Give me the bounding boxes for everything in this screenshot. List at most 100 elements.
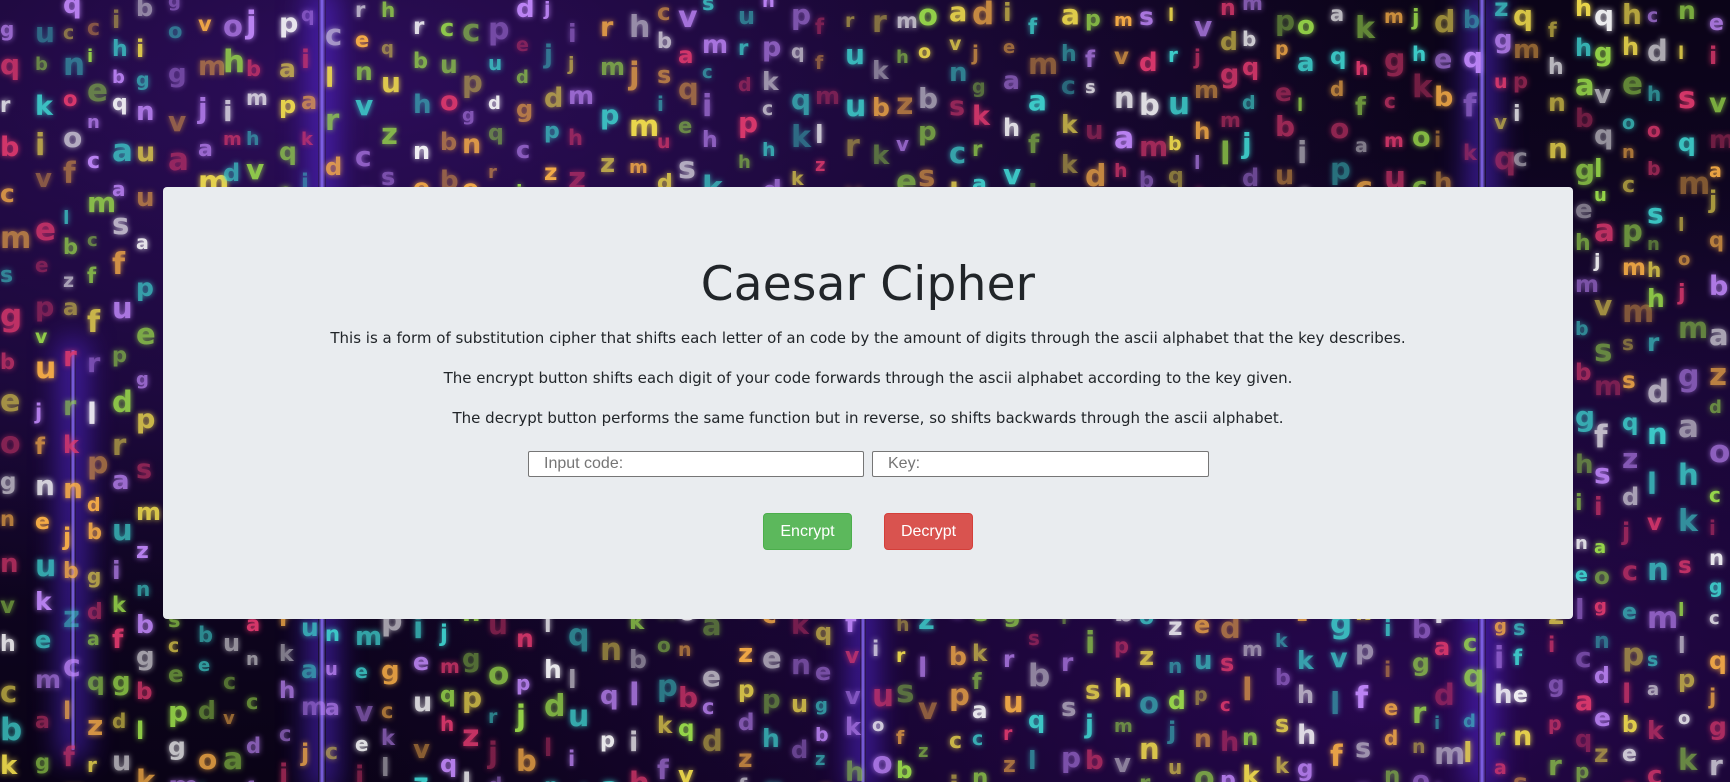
glyph: n	[678, 639, 692, 661]
glyph: e	[355, 661, 368, 683]
glyph: b	[918, 82, 939, 115]
glyph: c	[87, 230, 98, 251]
glyph: v	[845, 644, 860, 669]
glyph: m	[1647, 601, 1679, 636]
glyph: m	[568, 81, 595, 110]
glyph: e	[35, 253, 49, 277]
glyph: e	[1575, 564, 1588, 586]
glyph: q	[678, 716, 695, 742]
glyph: j	[63, 523, 72, 551]
glyph: n	[136, 577, 151, 601]
glyph: g	[168, 59, 187, 89]
glyph: m	[896, 9, 918, 33]
glyph: h	[896, 47, 909, 68]
glyph: n	[325, 622, 340, 646]
glyph: p	[791, 0, 812, 31]
page-title: Caesar Cipher	[700, 257, 1036, 312]
glyph: g	[1548, 672, 1565, 698]
decrypt-button[interactable]: Decrypt	[884, 513, 973, 550]
glyph: c	[325, 740, 339, 765]
glyph: d	[246, 734, 262, 758]
glyph: c	[223, 670, 237, 695]
glyph: u	[791, 690, 809, 718]
glyph: d	[1220, 27, 1238, 56]
glyph: n	[1384, 763, 1401, 782]
glyph: u	[112, 746, 132, 777]
glyph: g	[1575, 153, 1596, 186]
glyph: e	[35, 510, 50, 535]
glyph: e	[0, 384, 21, 419]
glyph: n	[63, 47, 86, 83]
glyph: h	[0, 632, 16, 657]
glyph: j	[246, 5, 257, 41]
glyph: i	[223, 95, 233, 128]
glyph: u	[568, 699, 590, 734]
glyph: b	[657, 29, 673, 53]
glyph: p	[657, 669, 678, 703]
glyph: z	[1594, 739, 1609, 768]
glyph: h	[544, 655, 562, 684]
glyph: v	[355, 695, 374, 728]
glyph: j	[1709, 685, 1717, 709]
glyph: m	[1594, 371, 1623, 402]
glyph: o	[223, 9, 243, 43]
glyph: b	[896, 758, 913, 782]
glyph: k	[1355, 11, 1375, 46]
glyph: m	[168, 770, 199, 782]
glyph: u	[872, 678, 895, 714]
glyph: l	[325, 63, 335, 94]
glyph: z	[1139, 642, 1155, 672]
glyph: q	[791, 83, 812, 116]
code-input[interactable]	[528, 451, 864, 477]
glyph: z	[600, 149, 616, 179]
encrypt-button[interactable]: Encrypt	[763, 513, 852, 550]
glyph: b	[1275, 666, 1291, 691]
glyph: m	[815, 82, 841, 110]
glyph: b	[1242, 27, 1257, 51]
glyph: e	[355, 732, 369, 756]
glyph: c	[815, 774, 833, 782]
glyph: j	[544, 0, 551, 20]
glyph: z	[63, 270, 75, 292]
glyph: a	[600, 771, 620, 782]
glyph: d	[702, 724, 723, 758]
glyph: d	[488, 93, 501, 114]
glyph: n	[1242, 725, 1259, 751]
glyph: o	[1709, 434, 1730, 470]
glyph: g	[1297, 756, 1314, 782]
glyph: b	[1434, 82, 1454, 113]
glyph: l	[544, 734, 553, 762]
glyph: z	[1709, 357, 1728, 393]
glyph: j	[1085, 710, 1094, 740]
glyph: q	[381, 38, 394, 59]
glyph: r	[0, 93, 11, 117]
glyph: c	[462, 13, 481, 49]
glyph: b	[1575, 318, 1589, 340]
glyph: h	[1575, 34, 1593, 62]
glyph: q	[1709, 228, 1725, 252]
glyph: h	[1297, 681, 1315, 709]
glyph: n	[791, 648, 811, 681]
glyph: d	[198, 696, 216, 725]
glyph: v	[223, 708, 235, 729]
glyph: v	[896, 132, 910, 156]
glyph: i	[1384, 617, 1392, 642]
glyph: o	[1678, 249, 1691, 270]
glyph: c	[355, 140, 372, 173]
glyph: k	[972, 101, 990, 132]
glyph: r	[972, 137, 983, 161]
glyph: i	[35, 128, 46, 163]
glyph: h	[1003, 114, 1021, 142]
glyph: v	[678, 761, 694, 782]
glyph: o	[198, 743, 218, 776]
glyph: v	[355, 89, 374, 122]
glyph: n	[87, 112, 100, 133]
glyph: s	[1028, 626, 1040, 650]
glyph: m	[223, 129, 242, 150]
glyph: i	[568, 747, 576, 771]
glyph: e	[762, 641, 782, 675]
glyph: e	[1575, 195, 1593, 225]
key-input[interactable]	[872, 451, 1209, 477]
cipher-card: Caesar Cipher This is a form of substitu…	[163, 187, 1573, 619]
glyph: g	[168, 0, 181, 12]
